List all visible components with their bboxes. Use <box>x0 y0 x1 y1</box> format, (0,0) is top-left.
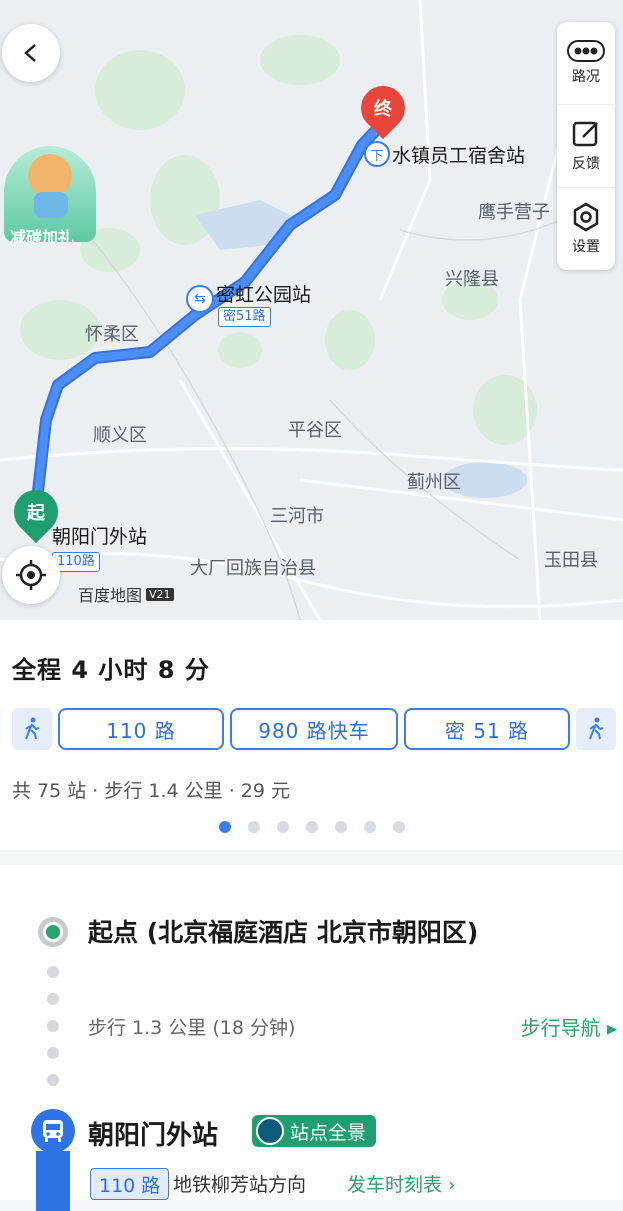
edit-icon <box>572 121 598 147</box>
promo-text: 减碳加礼 <box>10 228 75 242</box>
leg-list: 110 路 980 路快车 密 51 路 <box>12 708 616 750</box>
transfer-stop-name[interactable]: 密虹公园站 <box>216 280 311 307</box>
path-dot <box>47 966 59 978</box>
page-dot[interactable] <box>363 821 376 833</box>
label-xinglong: 兴隆县 <box>445 269 499 290</box>
path-dot <box>47 1047 59 1059</box>
back-button[interactable] <box>2 24 60 82</box>
end-stop-name[interactable]: 水镇员工宿舍站 <box>392 141 525 168</box>
route-meta: 共 75 站 · 步行 1.4 公里 · 29 元 <box>12 780 291 802</box>
walk-icon <box>589 717 604 740</box>
path-dot <box>47 1020 59 1032</box>
start-point-icon <box>38 917 68 947</box>
alight-icon: 下 <box>364 141 390 167</box>
traffic-icon <box>567 40 605 62</box>
crosshair-icon <box>16 560 46 590</box>
leg-bus-110[interactable]: 110 路 <box>58 708 224 750</box>
total-duration: 全程 4 小时 8 分 <box>12 656 210 684</box>
bus-icon <box>31 1109 75 1153</box>
walk-leg-end <box>576 708 616 750</box>
walk-segment-info: 步行 1.3 公里 (18 分钟) <box>88 1017 296 1039</box>
walk-navigation-link[interactable]: 步行导航 ▸ <box>521 1012 617 1041</box>
page-dot[interactable] <box>247 821 260 833</box>
label-huairou: 怀柔区 <box>85 324 139 345</box>
page-dot[interactable] <box>276 821 289 833</box>
transfer-route-badge: 密51路 <box>218 307 271 327</box>
traffic-button[interactable]: 路况 <box>557 22 615 105</box>
page-indicator <box>0 821 623 833</box>
label-sanhe: 三河市 <box>270 506 324 527</box>
page-dot[interactable] <box>218 821 231 833</box>
label-shunyi: 顺义区 <box>93 425 147 446</box>
walk-leg-start <box>12 708 52 750</box>
transfer-icon: ⇆ <box>186 285 214 313</box>
bus-route-line <box>36 1151 70 1211</box>
bus-line-badge: 110 路 <box>90 1168 170 1200</box>
boarding-stop-name[interactable]: 朝阳门外站 <box>88 1115 218 1152</box>
page-dot[interactable] <box>334 821 347 833</box>
map-tools: 路况 反馈 设置 <box>557 22 615 270</box>
start-stop-name[interactable]: 朝阳门外站 <box>52 522 147 549</box>
settings-button[interactable]: 设置 <box>557 188 615 270</box>
gear-icon <box>573 202 599 232</box>
path-dot <box>47 1074 59 1086</box>
label-jizhou: 蓟州区 <box>407 472 461 493</box>
route-detail: 起点 (北京福庭酒店 北京市朝阳区) 步行 1.3 公里 (18 分钟) 步行导… <box>0 865 623 1211</box>
chevron-left-icon <box>24 44 36 62</box>
bus-direction: 地铁柳芳站方向 <box>173 1174 307 1196</box>
label-pinggu: 平谷区 <box>288 420 342 441</box>
leg-bus-980[interactable]: 980 路快车 <box>230 708 398 750</box>
map-watermark: 百度地图 V21 <box>78 582 174 606</box>
leg-bus-mi51[interactable]: 密 51 路 <box>404 708 570 750</box>
promo-badge[interactable]: 减碳加礼 <box>4 146 96 242</box>
route-summary-card[interactable]: 全程 4 小时 8 分 110 路 980 路快车 密 51 路 共 75 站 … <box>0 620 623 850</box>
page-dot[interactable] <box>392 821 405 833</box>
path-dot <box>47 993 59 1005</box>
page-dot[interactable] <box>305 821 318 833</box>
start-point-label: 起点 (北京福庭酒店 北京市朝阳区) <box>88 918 479 947</box>
walk-icon <box>25 717 40 740</box>
station-panorama-button[interactable]: 站点全景 <box>252 1115 377 1147</box>
panorama-icon <box>256 1117 284 1145</box>
map-view[interactable]: 怀柔区 顺义区 平谷区 三河市 蓟州区 大厂回族自治县 玉田县 兴隆县 鹰手营子… <box>0 0 623 620</box>
timetable-link[interactable]: 发车时刻表 › <box>347 1170 456 1197</box>
feedback-button[interactable]: 反馈 <box>557 105 615 188</box>
label-yingshou: 鹰手营子 <box>478 202 550 223</box>
label-dachang: 大厂回族自治县 <box>190 558 316 579</box>
locate-button[interactable] <box>2 546 60 604</box>
label-yutian: 玉田县 <box>544 550 598 571</box>
